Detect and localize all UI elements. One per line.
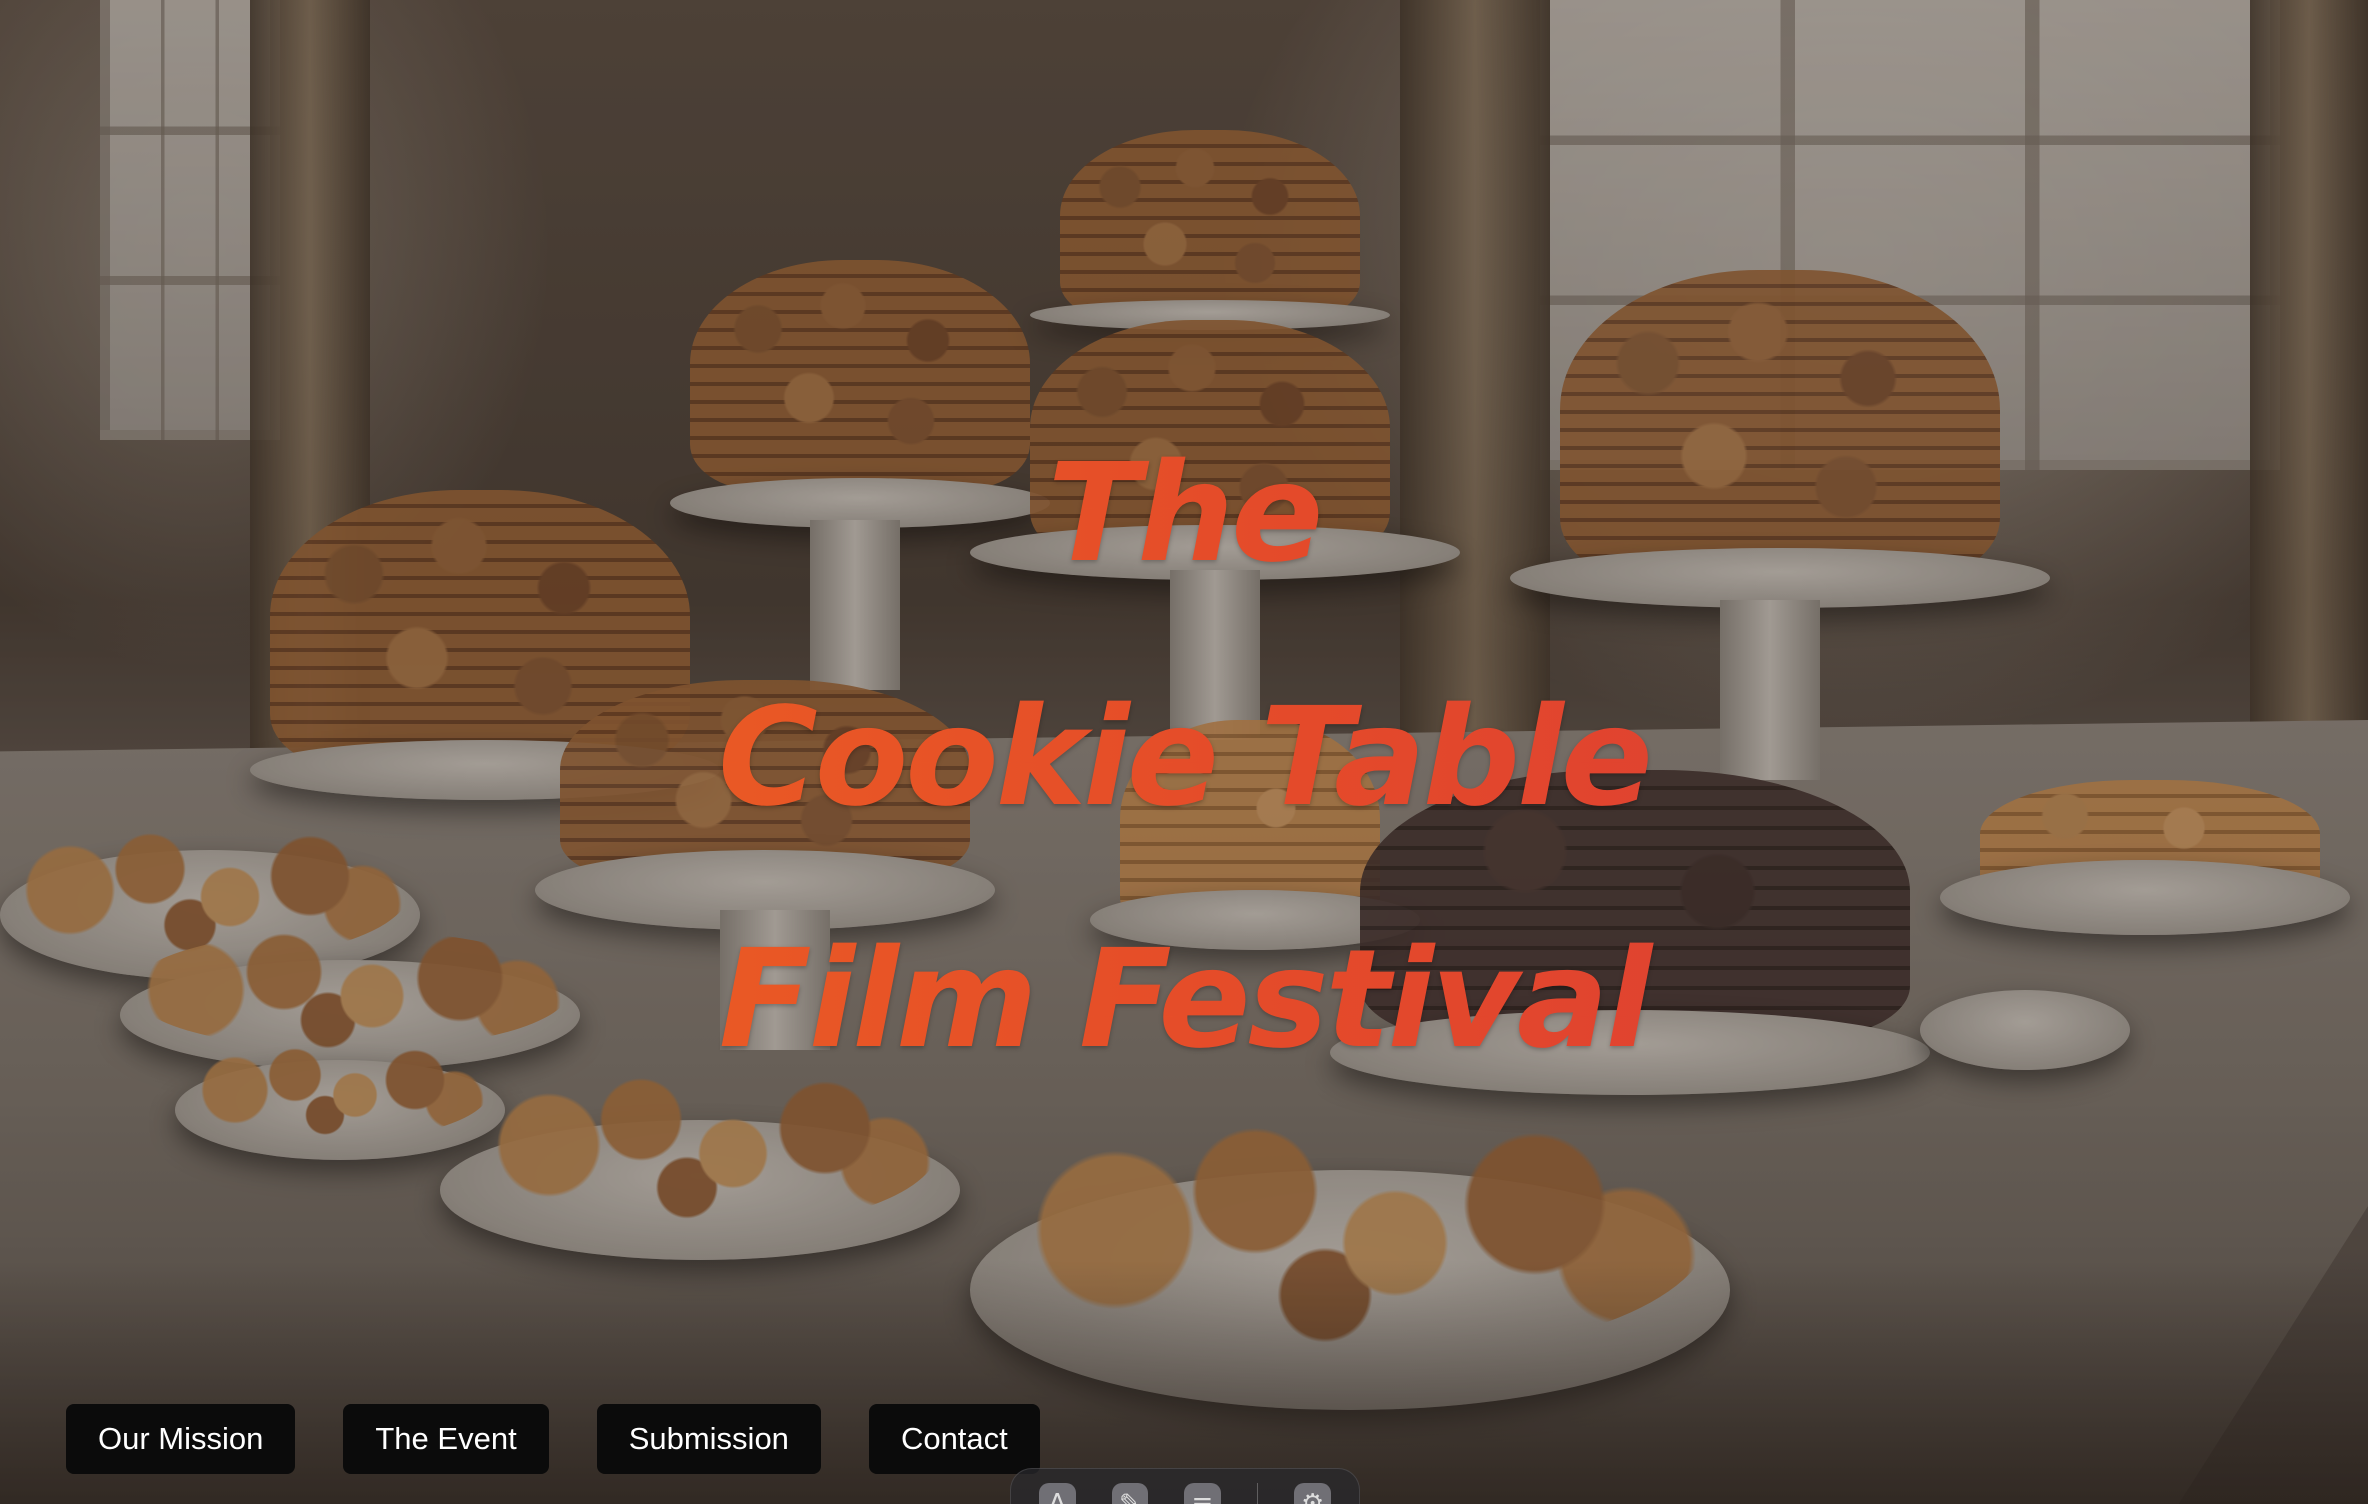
title-line-2: Cookie Table	[0, 690, 2368, 826]
dock-divider	[1256, 1483, 1259, 1504]
text-icon[interactable]: A	[1039, 1483, 1076, 1504]
dock: A ✎ ≡ ⚙	[1010, 1468, 1360, 1504]
main-nav: Our Mission The Event Submission Contact	[66, 1404, 1040, 1474]
nav-the-event-button[interactable]: The Event	[343, 1404, 549, 1474]
hero-section: The Cookie Table Film Festival Our Missi…	[0, 0, 2368, 1504]
settings-icon[interactable]: ⚙	[1294, 1483, 1331, 1504]
nav-submission-button[interactable]: Submission	[596, 1404, 821, 1474]
list-icon[interactable]: ≡	[1184, 1483, 1221, 1504]
nav-contact-button[interactable]: Contact	[868, 1404, 1040, 1474]
pen-icon[interactable]: ✎	[1111, 1483, 1149, 1504]
title-line-3: Film Festival	[0, 932, 2368, 1068]
nav-our-mission-button[interactable]: Our Mission	[66, 1404, 296, 1474]
title-line-1: The	[0, 446, 2368, 582]
